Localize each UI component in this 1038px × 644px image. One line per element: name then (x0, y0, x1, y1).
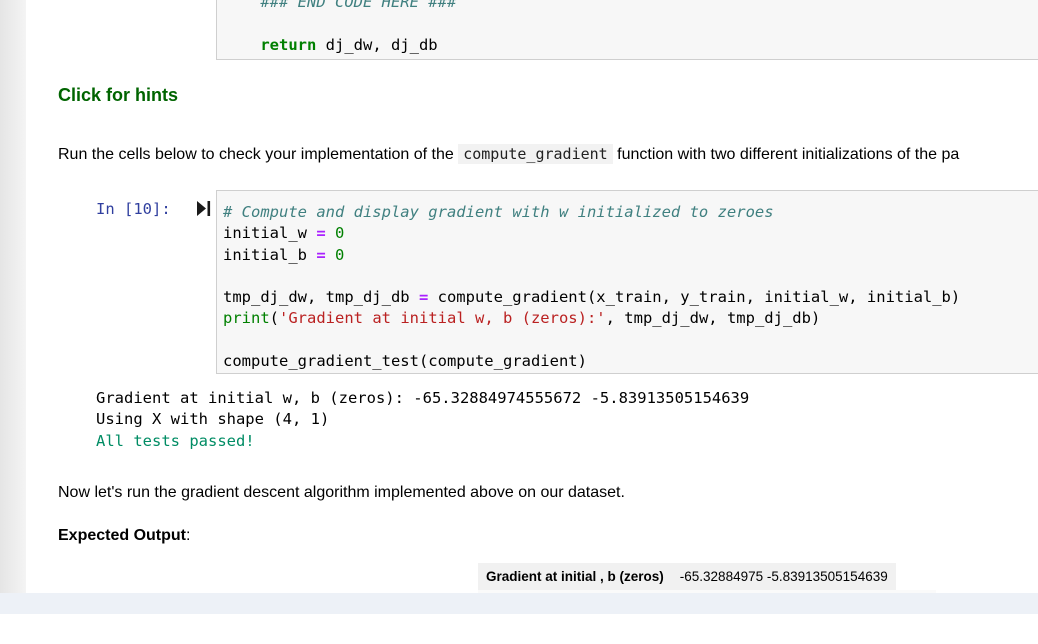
notebook-page: ### END CODE HERE ### return dj_dw, dj_d… (0, 0, 1038, 644)
output-line: All tests passed! (96, 431, 255, 450)
code-cell-above[interactable]: ### END CODE HERE ### return dj_dw, dj_d… (216, 0, 1038, 60)
hints-toggle[interactable]: Click for hints (58, 85, 178, 106)
followup-paragraph: Now let's run the gradient descent algor… (58, 484, 625, 501)
inline-code: compute_gradient (458, 144, 613, 164)
code-line: initial_b = 0 (223, 245, 345, 264)
intro-text-after: function with two different initializati… (612, 146, 960, 163)
run-cell-icon[interactable] (197, 201, 211, 216)
code-line: initial_w = 0 (223, 224, 345, 243)
page-bottom-bar (0, 593, 1038, 614)
output-line: Using X with shape (4, 1) (96, 410, 330, 429)
expected-output-colon: : (186, 527, 191, 544)
page-left-gutter (0, 0, 26, 593)
code-cell-lines: # Compute and display gradient with w in… (223, 202, 1038, 372)
code-line: # Compute and display gradient with w in… (223, 203, 774, 221)
expected-output-heading: Expected Output: (58, 526, 190, 546)
expected-table-value-cell: -65.32884975 -5.83913505154639 (671, 563, 896, 590)
code-line: tmp_dj_dw, tmp_dj_db = compute_gradient(… (223, 288, 961, 307)
expected-table-label-cell: Gradient at initial , b (zeros) (478, 563, 672, 590)
code-cell-above-lines: ### END CODE HERE ### return dj_dw, dj_d… (223, 0, 456, 56)
code-line: ### END CODE HERE ### (223, 0, 457, 12)
cell-output-lines: Gradient at initial w, b (zeros): -65.32… (96, 388, 749, 452)
expected-output-label: Expected Output (58, 527, 187, 544)
intro-text-before: Run the cells below to check your implem… (58, 146, 459, 163)
code-line: compute_gradient_test(compute_gradient) (223, 352, 587, 371)
cell-prompt: In [10]: (96, 200, 171, 218)
code-line: return dj_dw, dj_db (260, 35, 438, 54)
code-line: print('Gradient at initial w, b (zeros):… (223, 309, 821, 328)
expected-output-table: Gradient at initial , b (zeros) -65.3288… (478, 563, 896, 590)
intro-paragraph: Run the cells below to check your implem… (58, 144, 959, 165)
code-cell-input[interactable]: # Compute and display gradient with w in… (216, 190, 1038, 374)
output-line: Gradient at initial w, b (zeros): -65.32… (96, 389, 750, 407)
